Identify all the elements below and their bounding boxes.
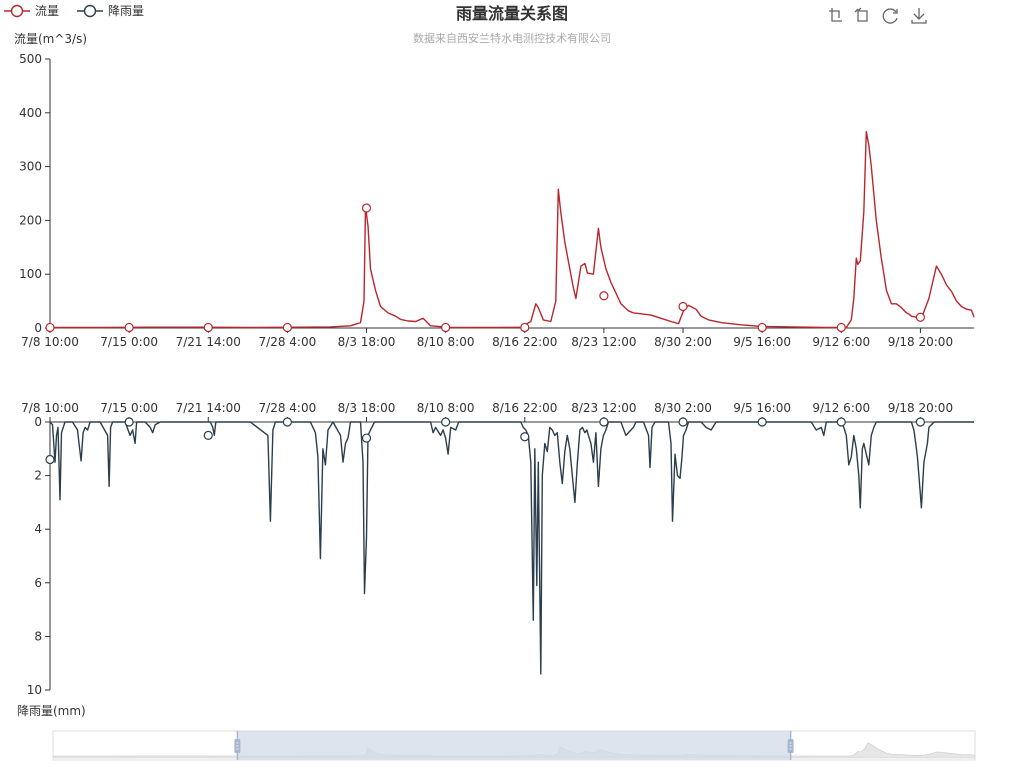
- rain-point-marker[interactable]: [441, 417, 451, 427]
- x-tick-label: 9/12 6:00: [812, 335, 870, 349]
- chart-subtitle: 数据来自西安兰特水电测控技术有限公司: [413, 31, 611, 45]
- top-y-axis-title: 流量(m^3/s): [14, 32, 87, 46]
- flow-point-marker[interactable]: [45, 322, 55, 333]
- legend-label-flow: 流量: [35, 4, 59, 18]
- flow-point-marker[interactable]: [282, 322, 292, 333]
- x-tick-label: 9/5 16:00: [733, 401, 791, 415]
- x-tick-label: 9/18 20:00: [888, 401, 953, 415]
- flow-point-marker[interactable]: [836, 322, 846, 333]
- legend: 流量 降雨量: [4, 4, 144, 18]
- x-tick-label: 8/16 22:00: [492, 401, 557, 415]
- toolbox: [826, 6, 928, 24]
- y-tick-label: 4: [34, 522, 42, 536]
- top-plot-area: 0 100 200 300 400 500 7/8 10:00 7/15 0:00 7/21 1…: [19, 52, 975, 349]
- y-tick-label: 500: [19, 52, 42, 66]
- rain-series-line: [49, 421, 974, 675]
- chart-canvas: 雨量流量关系图 数据来自西安兰特水电测控技术有限公司 流量 降雨量 流量(m^3…: [4, 4, 976, 761]
- y-tick-label: 8: [34, 629, 42, 643]
- flow-point-marker[interactable]: [599, 291, 609, 301]
- flow-series-line: [50, 130, 975, 329]
- flow-point-marker[interactable]: [441, 322, 451, 333]
- y-tick-label: 0: [34, 415, 42, 429]
- y-tick-label: 400: [19, 106, 42, 120]
- rain-point-marker[interactable]: [203, 430, 213, 440]
- x-tick-label: 8/30 2:00: [654, 335, 712, 349]
- y-tick-label: 300: [19, 160, 42, 174]
- flow-point-marker[interactable]: [757, 322, 767, 333]
- legend-marker-rain: [83, 4, 97, 18]
- bottom-y-axis-title: 降雨量(mm): [17, 704, 86, 718]
- legend-marker-flow: [10, 4, 24, 18]
- datazoom-slider[interactable]: [52, 730, 976, 761]
- legend-label-rain: 降雨量: [108, 4, 144, 18]
- restore-icon[interactable]: [881, 6, 899, 24]
- y-tick-label: 0: [34, 321, 42, 335]
- y-tick-label: 200: [19, 213, 42, 227]
- x-tick-label: 8/3 18:00: [338, 335, 396, 349]
- x-tick-label: 7/28 4:00: [259, 335, 317, 349]
- flow-point-marker[interactable]: [361, 203, 372, 213]
- x-tick-label: 7/8 10:00: [21, 401, 79, 415]
- chart-title: 雨量流量关系图: [456, 4, 568, 23]
- x-tick-label: 8/23 12:00: [571, 335, 636, 349]
- datazoom-selected-range[interactable]: [237, 731, 791, 760]
- x-tick-label: 7/21 14:00: [176, 335, 241, 349]
- x-tick-label: 8/16 22:00: [492, 335, 557, 349]
- x-tick-label: 8/23 12:00: [571, 401, 636, 415]
- flow-point-marker[interactable]: [678, 301, 688, 312]
- x-tick-label: 7/15 0:00: [100, 401, 158, 415]
- y-tick-label: 10: [27, 683, 42, 697]
- flow-point-marker[interactable]: [124, 322, 134, 333]
- x-tick-label: 7/8 10:00: [21, 335, 79, 349]
- rain-point-marker[interactable]: [599, 417, 609, 427]
- rain-point-marker[interactable]: [45, 454, 55, 465]
- x-tick-label: 9/18 20:00: [888, 335, 953, 349]
- legend-item-flow[interactable]: 流量: [4, 4, 59, 18]
- download-icon[interactable]: [910, 6, 928, 24]
- x-tick-label: 7/21 14:00: [176, 401, 241, 415]
- x-tick-label: 9/12 6:00: [812, 401, 870, 415]
- x-tick-label: 7/28 4:00: [259, 401, 317, 415]
- x-tick-label: 8/30 2:00: [654, 401, 712, 415]
- flow-point-marker[interactable]: [203, 322, 213, 333]
- rain-point-marker[interactable]: [282, 417, 292, 427]
- y-tick-label: 6: [34, 576, 42, 590]
- rain-point-marker[interactable]: [520, 432, 530, 442]
- rain-point-marker[interactable]: [915, 417, 926, 427]
- zoom-icon[interactable]: [826, 6, 844, 24]
- rain-point-marker[interactable]: [757, 417, 767, 427]
- x-tick-label: 8/10 8:00: [417, 401, 475, 415]
- x-tick-label: 9/5 16:00: [733, 335, 791, 349]
- flow-point-marker[interactable]: [915, 312, 926, 322]
- x-tick-label: 8/10 8:00: [417, 335, 475, 349]
- rain-point-marker[interactable]: [361, 433, 372, 443]
- y-tick-label: 2: [34, 469, 42, 483]
- rain-point-marker[interactable]: [678, 417, 688, 427]
- rain-point-marker[interactable]: [836, 417, 846, 427]
- y-tick-label: 100: [19, 267, 42, 281]
- x-tick-label: 7/15 0:00: [100, 335, 158, 349]
- rain-point-marker[interactable]: [124, 417, 134, 427]
- x-tick-label: 8/3 18:00: [338, 401, 396, 415]
- legend-item-rain[interactable]: 降雨量: [77, 4, 144, 18]
- bottom-plot-area: 0 2 4 6 8 10 7/8 10:00 7/15 0:00 7/21 14:00 7/28 …: [21, 401, 974, 697]
- flow-point-marker[interactable]: [520, 322, 530, 333]
- zoom-reset-icon[interactable]: [853, 6, 871, 24]
